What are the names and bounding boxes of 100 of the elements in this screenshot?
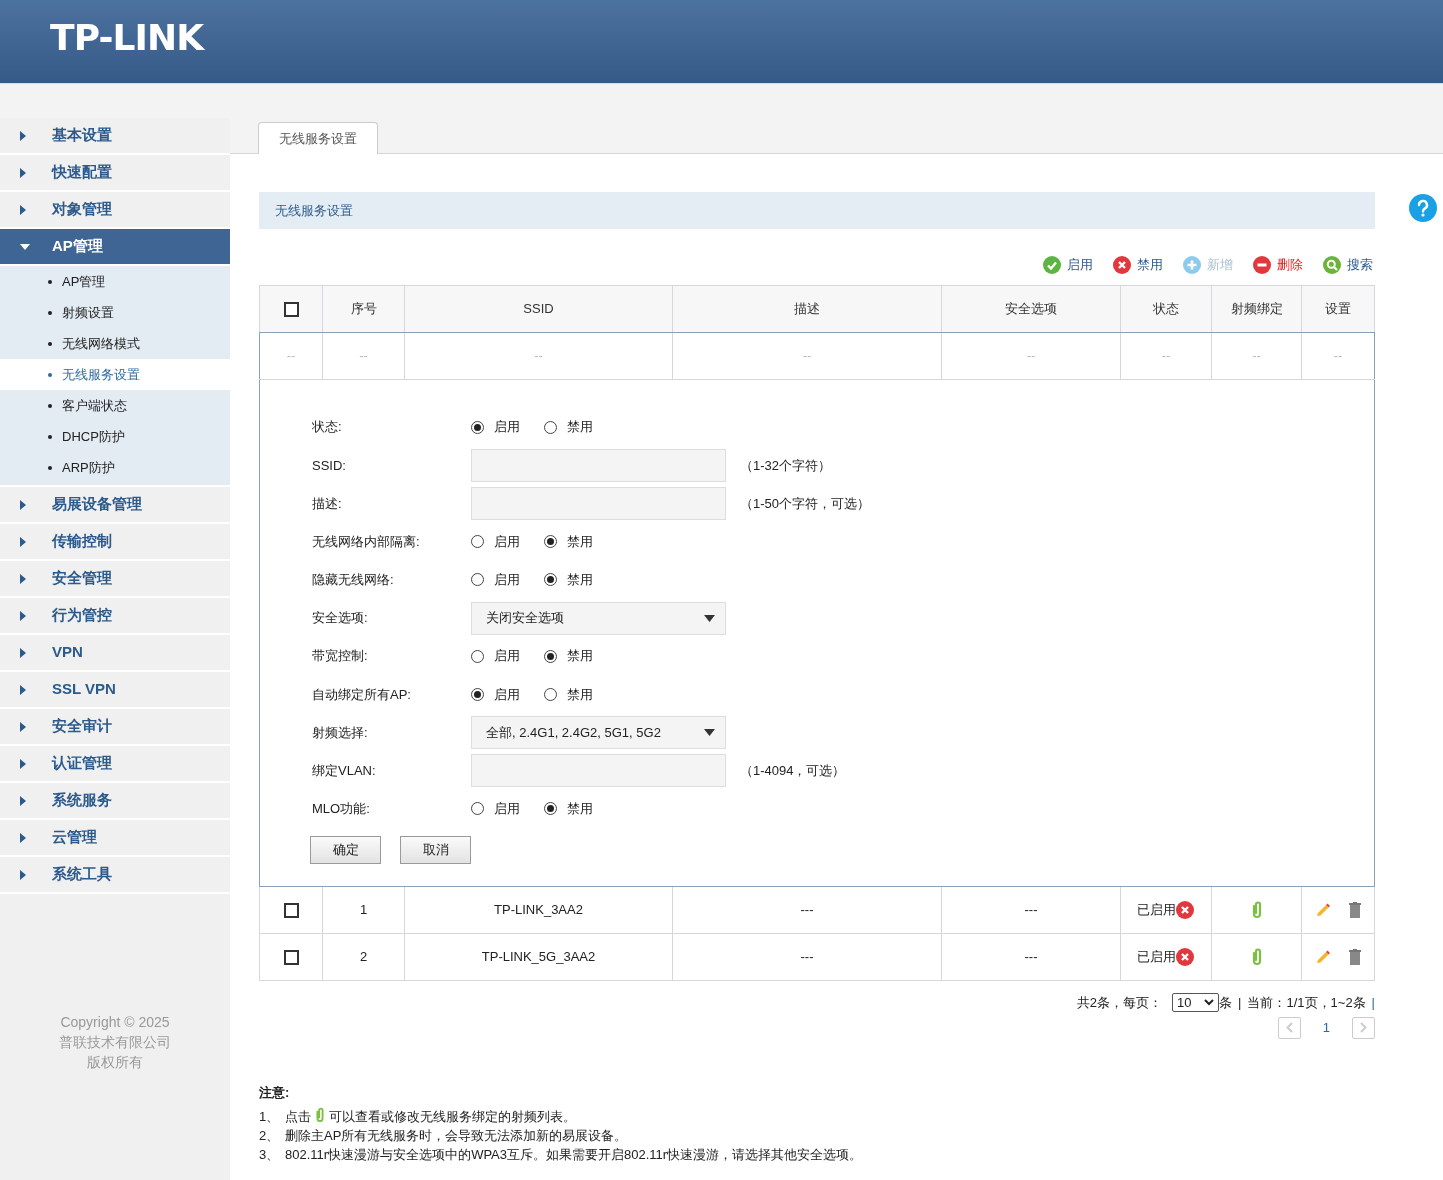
field-label: SSID: bbox=[312, 456, 347, 475]
caret-right-icon bbox=[20, 647, 26, 658]
radio-button[interactable]: 禁用 bbox=[544, 570, 593, 590]
sidebar-subitem[interactable]: 客户端状态 bbox=[0, 390, 230, 421]
radio-button[interactable]: 禁用 bbox=[544, 646, 593, 666]
table-cell: -- bbox=[534, 348, 543, 364]
caret-right-icon bbox=[20, 721, 26, 732]
caret-right-icon bbox=[20, 684, 26, 695]
pencil-icon[interactable] bbox=[1315, 949, 1331, 966]
toolbar-button: 新增 bbox=[1183, 255, 1233, 275]
note-text: 802.11r快速漫游与安全选项中的WPA3互斥。如果需要开启802.11r快速漫游，请选择其他安全选项。 bbox=[285, 1145, 863, 1164]
note-text: 可以查看或修改无线服务绑定的射频列表。 bbox=[329, 1107, 576, 1126]
previous-page-button[interactable] bbox=[1277, 1016, 1301, 1039]
table-cell: -- bbox=[1252, 348, 1261, 364]
table-cell: 1 bbox=[359, 902, 368, 918]
column-header: 描述 bbox=[794, 301, 820, 317]
checkbox[interactable] bbox=[283, 950, 299, 966]
sidebar-subitem[interactable]: ARP防护 bbox=[0, 452, 230, 483]
checkbox[interactable] bbox=[283, 302, 299, 318]
caret-right-icon bbox=[20, 832, 26, 843]
table-cell: -- bbox=[802, 348, 812, 364]
trash-icon[interactable] bbox=[1349, 902, 1361, 919]
chevron-down-icon bbox=[1204, 999, 1215, 1007]
pagination-text: 当前：1/1页，1~2条 bbox=[1247, 994, 1366, 1013]
input-field[interactable] bbox=[471, 486, 726, 520]
tab[interactable]: 无线服务设置 bbox=[258, 122, 378, 154]
radio-button[interactable]: 启用 bbox=[471, 646, 520, 666]
table-cell: --- bbox=[1024, 949, 1038, 965]
caret-right-icon bbox=[20, 610, 26, 621]
table-cell: TP-LINK_3AA2 bbox=[494, 902, 583, 918]
dropdown[interactable]: 关闭安全选项 bbox=[471, 601, 726, 635]
x-circle-icon[interactable] bbox=[1176, 948, 1194, 967]
radio-button[interactable]: 禁用 bbox=[544, 684, 593, 705]
table-cell: -- bbox=[359, 348, 368, 364]
note-number: 1、 bbox=[259, 1107, 281, 1126]
help-icon[interactable] bbox=[1409, 194, 1437, 222]
pagination-text: 条 bbox=[1219, 994, 1233, 1013]
radio-button[interactable]: 启用 bbox=[471, 570, 520, 590]
table-cell: --- bbox=[1024, 902, 1038, 918]
sidebar-subitem[interactable]: 无线网络模式 bbox=[0, 328, 230, 359]
field-label: 自动绑定所有AP: bbox=[312, 685, 412, 704]
radio-button[interactable]: 启用 bbox=[471, 531, 520, 552]
field-label: 安全选项: bbox=[312, 609, 369, 628]
next-page-button[interactable] bbox=[1352, 1016, 1375, 1039]
separator-text: | bbox=[1371, 994, 1375, 1013]
trash-icon[interactable] bbox=[1349, 949, 1361, 966]
form-button[interactable]: 确定 bbox=[310, 836, 381, 865]
sidebar-subitem[interactable]: DHCP防护 bbox=[0, 421, 230, 452]
caret-right-icon bbox=[20, 167, 26, 178]
radio-button[interactable]: 禁用 bbox=[544, 799, 593, 819]
logo: TP-LINK bbox=[50, 19, 204, 56]
column-header: SSID bbox=[523, 301, 554, 317]
field-hint: （1-50个字符，可选） bbox=[740, 494, 871, 513]
copyright-text: Copyright © 2025 bbox=[60, 1013, 170, 1032]
checkbox[interactable] bbox=[283, 903, 299, 919]
sidebar-subitem[interactable]: 射频设置 bbox=[0, 297, 230, 328]
radio-button[interactable]: 启用 bbox=[471, 417, 520, 437]
toolbar-button[interactable]: 禁用 bbox=[1113, 255, 1163, 275]
table-cell: -- bbox=[1026, 348, 1036, 364]
page-number[interactable]: 1 bbox=[1322, 1017, 1330, 1038]
caret-right-icon bbox=[20, 130, 26, 141]
column-header: 设置 bbox=[1325, 301, 1351, 317]
caret-right-icon bbox=[20, 499, 26, 510]
x-circle-icon bbox=[1113, 256, 1131, 274]
minus-icon bbox=[1253, 256, 1271, 274]
column-header: 状态 bbox=[1153, 301, 1179, 317]
page-size-select[interactable]: 10 bbox=[1172, 993, 1220, 1013]
field-hint: （1-32个字符） bbox=[740, 456, 832, 475]
caret-right-icon bbox=[20, 573, 26, 584]
dropdown[interactable]: 全部, 2.4G1, 2.4G2, 5G1, 5G2 bbox=[471, 716, 726, 750]
sidebar-item[interactable]: AP管理 bbox=[0, 229, 230, 266]
pencil-icon[interactable] bbox=[1315, 902, 1331, 919]
radio-button[interactable]: 启用 bbox=[471, 684, 520, 705]
pagination-text: 共2条，每页： bbox=[1076, 994, 1163, 1013]
sidebar-subitem[interactable]: 无线服务设置 bbox=[0, 359, 230, 390]
sidebar-subitem[interactable]: AP管理 bbox=[0, 266, 230, 297]
radio-button[interactable]: 禁用 bbox=[544, 531, 593, 552]
status-text: 已启用 bbox=[1137, 948, 1176, 967]
x-circle-icon[interactable] bbox=[1176, 901, 1194, 920]
field-label: 无线网络内部隔离: bbox=[312, 532, 421, 551]
table-cell: -- bbox=[286, 348, 296, 364]
caret-right-icon bbox=[20, 869, 26, 880]
input-field[interactable] bbox=[471, 448, 726, 482]
field-label: 描述: bbox=[312, 494, 343, 513]
input-field[interactable] bbox=[471, 754, 726, 788]
table-cell: --- bbox=[800, 902, 814, 918]
table-cell: --- bbox=[800, 949, 814, 965]
radio-button[interactable]: 启用 bbox=[471, 799, 520, 819]
form-button[interactable]: 取消 bbox=[400, 836, 471, 865]
table-cell: TP-LINK_5G_3AA2 bbox=[481, 949, 596, 965]
toolbar-button[interactable]: 搜索 bbox=[1323, 255, 1373, 275]
table-cell: 2 bbox=[359, 949, 368, 965]
toolbar-button[interactable]: 启用 bbox=[1043, 255, 1093, 275]
caret-down-icon bbox=[704, 614, 715, 622]
caret-down-icon bbox=[704, 729, 715, 737]
paperclip-icon bbox=[314, 1105, 326, 1124]
note-number: 3、 bbox=[259, 1145, 281, 1164]
toolbar-button[interactable]: 删除 bbox=[1253, 255, 1303, 275]
radio-button[interactable]: 禁用 bbox=[544, 417, 593, 437]
check-icon bbox=[1043, 256, 1061, 274]
